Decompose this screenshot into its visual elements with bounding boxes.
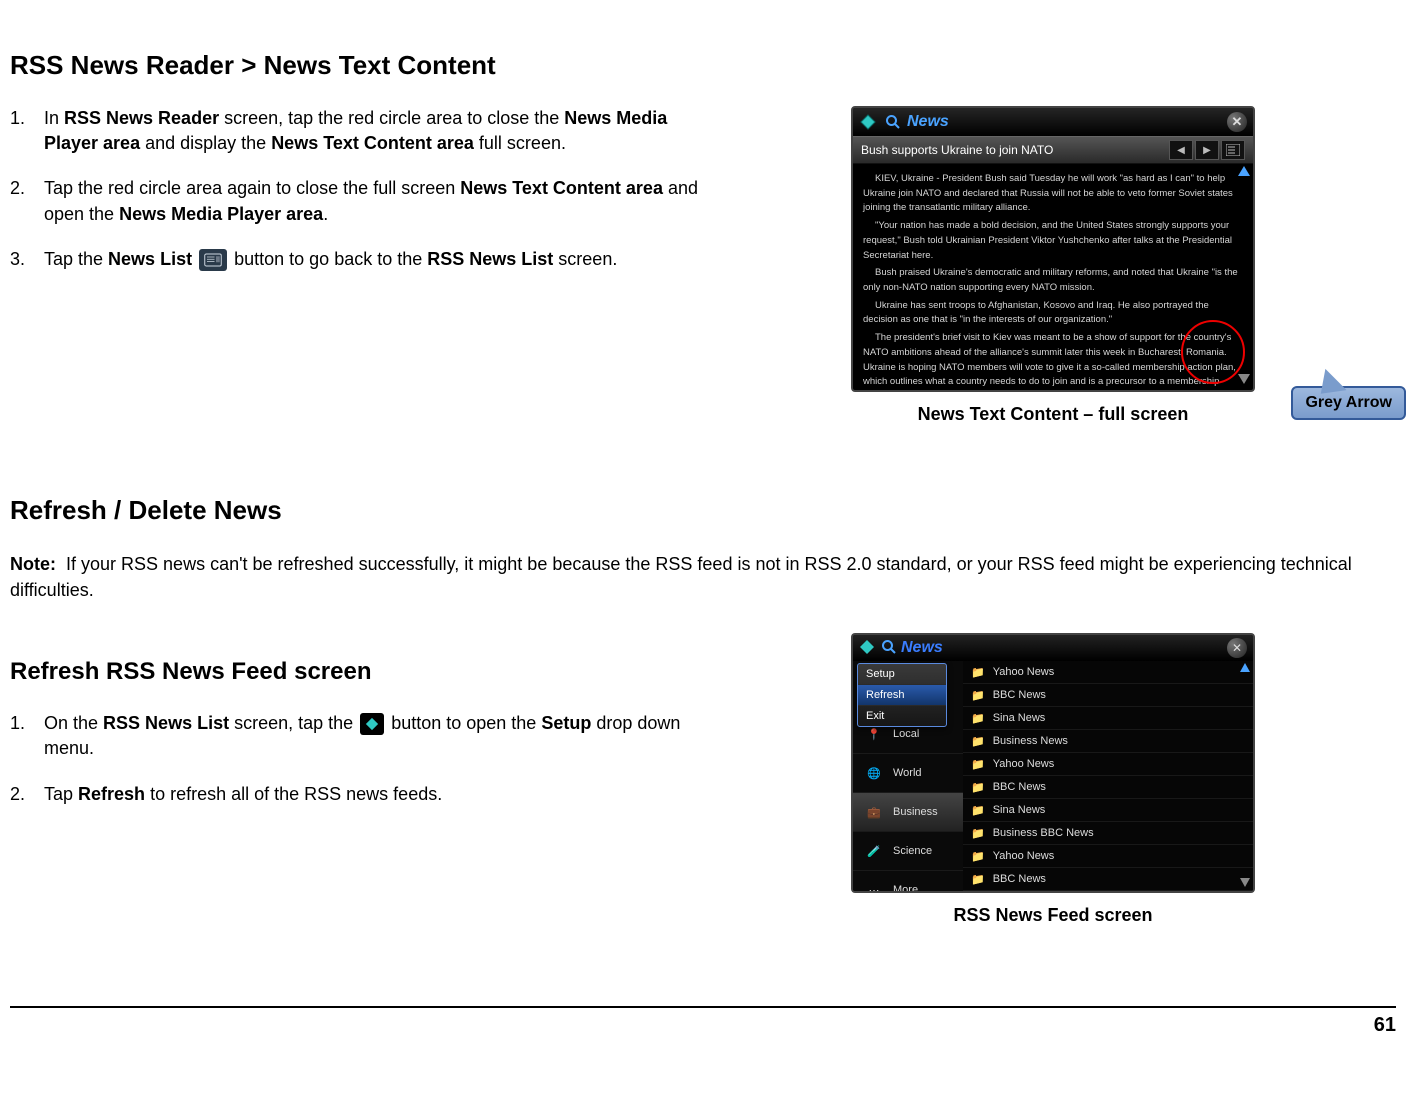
section-title-3: Refresh RSS News Feed screen bbox=[10, 658, 710, 686]
feed-row[interactable]: 📁Business BBC News bbox=[963, 822, 1253, 845]
close-icon[interactable]: ✕ bbox=[1227, 638, 1247, 658]
close-icon[interactable]: ✕ bbox=[1227, 112, 1247, 132]
search-icon[interactable] bbox=[881, 639, 897, 658]
science-icon: 🧪 bbox=[863, 840, 885, 862]
section-title-1: RSS News Reader > News Text Content bbox=[10, 50, 1396, 81]
feed-row[interactable]: 📁Sina News bbox=[963, 799, 1253, 822]
step-2: Tap the red circle area again to close t… bbox=[30, 176, 710, 226]
feed-row[interactable]: 📁BBC News bbox=[963, 684, 1253, 707]
home-icon[interactable] bbox=[859, 113, 877, 131]
steps-list-1: In RSS News Reader screen, tap the red c… bbox=[10, 106, 710, 272]
feed-row[interactable]: 📁BBC News bbox=[963, 868, 1253, 891]
menu-item-setup[interactable]: Setup bbox=[858, 664, 946, 685]
scroll-up-icon[interactable] bbox=[1240, 663, 1250, 672]
section-title-2: Refresh / Delete News bbox=[10, 495, 1396, 526]
folder-icon: 📁 bbox=[971, 666, 985, 679]
more-icon: ⋯ bbox=[863, 879, 885, 893]
screenshot-news-text: News ✕ Bush supports Ukraine to join NAT… bbox=[851, 106, 1255, 392]
prev-article-button[interactable]: ◀ bbox=[1169, 140, 1193, 160]
scroll-down-icon[interactable] bbox=[1240, 878, 1250, 887]
feed-row[interactable]: 📁Yahoo News bbox=[963, 661, 1253, 684]
home-icon[interactable] bbox=[859, 639, 875, 658]
step-3-1: On the RSS News List screen, tap the but… bbox=[30, 711, 710, 761]
step-3-2: Tap Refresh to refresh all of the RSS ne… bbox=[30, 782, 710, 807]
world-icon: 🌐 bbox=[863, 762, 885, 784]
sidebar-item-more[interactable]: ⋯More bbox=[853, 871, 963, 893]
feed-row[interactable]: 📁Yahoo News bbox=[963, 753, 1253, 776]
scroll-down-icon[interactable] bbox=[1238, 374, 1250, 384]
app-title: News bbox=[907, 113, 949, 131]
red-circle-annotation bbox=[1181, 320, 1245, 384]
search-icon[interactable] bbox=[883, 112, 903, 132]
setup-dropdown: Setup Refresh Exit bbox=[857, 663, 947, 727]
callout-grey-arrow: Grey Arrow bbox=[1291, 386, 1406, 420]
page-footer: 61 bbox=[10, 1006, 1396, 1037]
step-1: In RSS News Reader screen, tap the red c… bbox=[30, 106, 710, 156]
folder-icon: 📁 bbox=[971, 689, 985, 702]
folder-icon: 📁 bbox=[971, 735, 985, 748]
sidebar-item-science[interactable]: 🧪Science bbox=[853, 832, 963, 871]
business-icon: 💼 bbox=[863, 801, 885, 823]
setup-menu-icon bbox=[360, 713, 384, 735]
feed-row[interactable]: 📁BBC News bbox=[963, 776, 1253, 799]
folder-icon: 📁 bbox=[971, 758, 985, 771]
sidebar-item-world[interactable]: 🌐World bbox=[853, 754, 963, 793]
folder-icon: 📁 bbox=[971, 850, 985, 863]
category-sidebar: Setup Refresh Exit 📍Local 🌐World 💼Busine… bbox=[853, 661, 963, 891]
news-list-icon bbox=[199, 249, 227, 271]
next-article-button[interactable]: ▶ bbox=[1195, 140, 1219, 160]
folder-icon: 📁 bbox=[971, 873, 985, 886]
scrollbar[interactable] bbox=[1239, 663, 1251, 889]
feed-row[interactable]: 📁Business News bbox=[963, 730, 1253, 753]
menu-item-refresh[interactable]: Refresh bbox=[858, 685, 946, 706]
folder-icon: 📁 bbox=[971, 781, 985, 794]
step-3: Tap the News List button to go back to t… bbox=[30, 247, 710, 272]
sidebar-item-business[interactable]: 💼Business bbox=[853, 793, 963, 832]
folder-icon: 📁 bbox=[971, 827, 985, 840]
feed-list: 📁Yahoo News 📁BBC News 📁Sina News 📁Busine… bbox=[963, 661, 1253, 891]
news-list-button[interactable] bbox=[1221, 140, 1245, 160]
screenshot-caption-1: News Text Content – full screen bbox=[918, 404, 1189, 425]
feed-row[interactable]: 📁Yahoo News bbox=[963, 845, 1253, 868]
app-title: News bbox=[901, 639, 943, 657]
article-headline: Bush supports Ukraine to join NATO bbox=[861, 143, 1167, 157]
folder-icon: 📁 bbox=[971, 804, 985, 817]
screenshot-feed-list: News ✕ Setup Refresh Exit 📍Local 🌐World … bbox=[851, 633, 1255, 893]
menu-item-exit[interactable]: Exit bbox=[858, 706, 946, 726]
feed-row[interactable]: 📁Sina News bbox=[963, 891, 1253, 893]
page-number: 61 bbox=[1374, 1014, 1396, 1036]
scrollbar[interactable] bbox=[1237, 166, 1251, 386]
note: Note: If your RSS news can't be refreshe… bbox=[10, 551, 1396, 603]
screenshot-caption-2: RSS News Feed screen bbox=[953, 905, 1152, 926]
folder-icon: 📁 bbox=[971, 712, 985, 725]
steps-list-3: On the RSS News List screen, tap the but… bbox=[10, 711, 710, 807]
scroll-up-icon[interactable] bbox=[1238, 166, 1250, 176]
article-body: KIEV, Ukraine - President Bush said Tues… bbox=[853, 164, 1253, 390]
feed-row[interactable]: 📁Sina News bbox=[963, 707, 1253, 730]
